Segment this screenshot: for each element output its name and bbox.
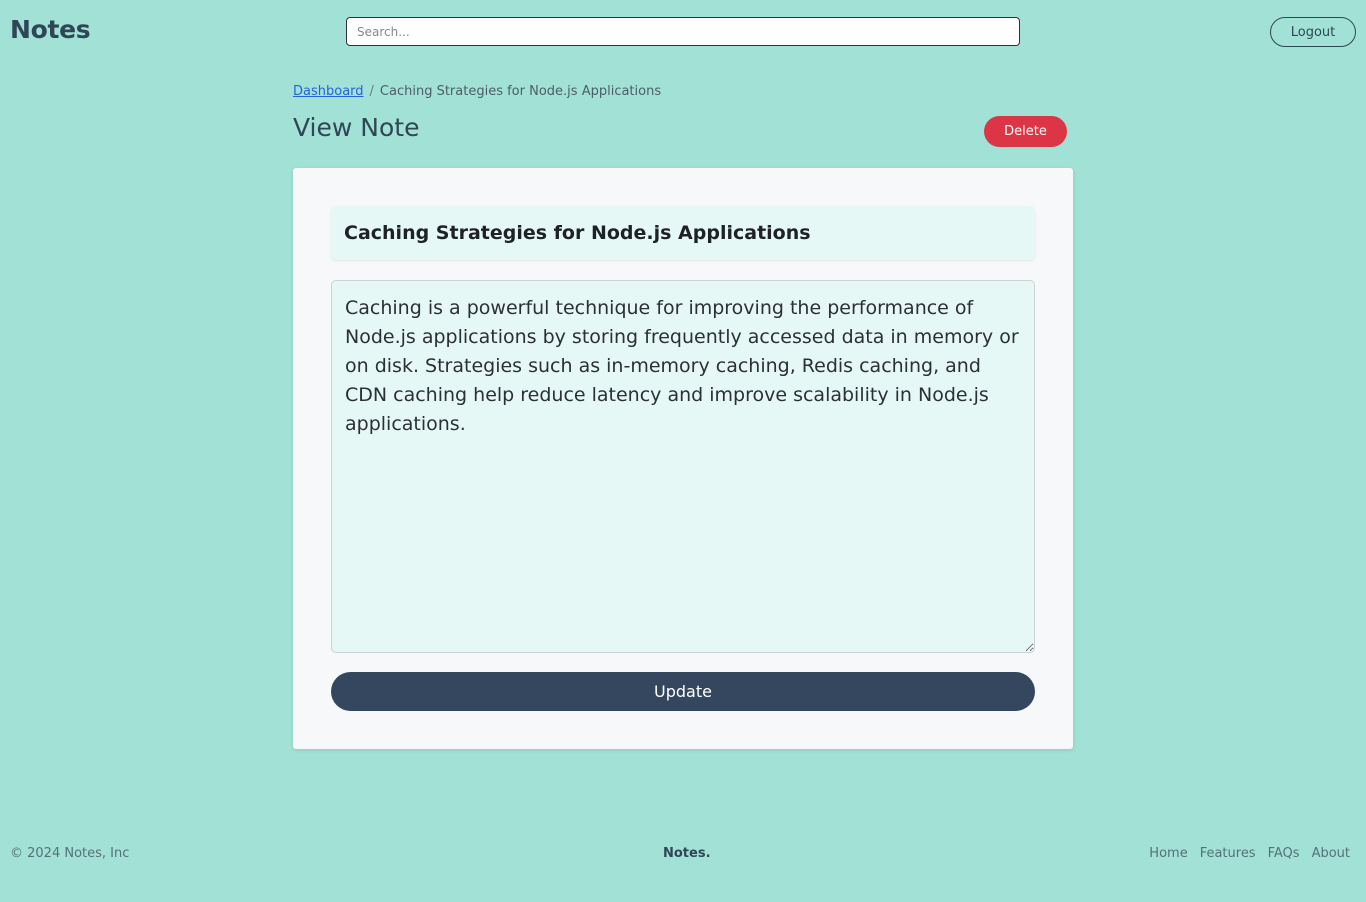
note-card: Caching Strategies for Node.js Applicati…	[293, 168, 1073, 749]
breadcrumb: Dashboard / Caching Strategies for Node.js…	[293, 84, 661, 99]
search-input[interactable]	[346, 17, 1020, 46]
footer-link-features[interactable]: Features	[1200, 846, 1256, 861]
delete-button[interactable]: Delete	[984, 116, 1067, 147]
footer-link-home[interactable]: Home	[1149, 846, 1187, 861]
footer-copyright: © 2024 Notes, Inc	[10, 846, 130, 861]
breadcrumb-current: Caching Strategies for Node.js Applicati…	[379, 84, 662, 99]
page-title: View Note	[293, 113, 420, 142]
footer-link-about[interactable]: About	[1312, 846, 1350, 861]
logout-button[interactable]: Logout	[1270, 17, 1356, 47]
footer-brand: Notes.	[663, 846, 711, 861]
footer-links: Home Features FAQs About	[1149, 846, 1350, 861]
update-button[interactable]: Update	[331, 672, 1035, 711]
breadcrumb-dashboard-link[interactable]: Dashboard	[293, 84, 364, 99]
app-logo[interactable]: Notes	[10, 15, 91, 44]
note-title: Caching Strategies for Node.js Applicati…	[331, 206, 1035, 260]
footer-link-faqs[interactable]: FAQs	[1268, 846, 1300, 861]
breadcrumb-separator: /	[369, 84, 374, 99]
note-body-textarea[interactable]: Caching is a powerful technique for impr…	[331, 280, 1035, 653]
